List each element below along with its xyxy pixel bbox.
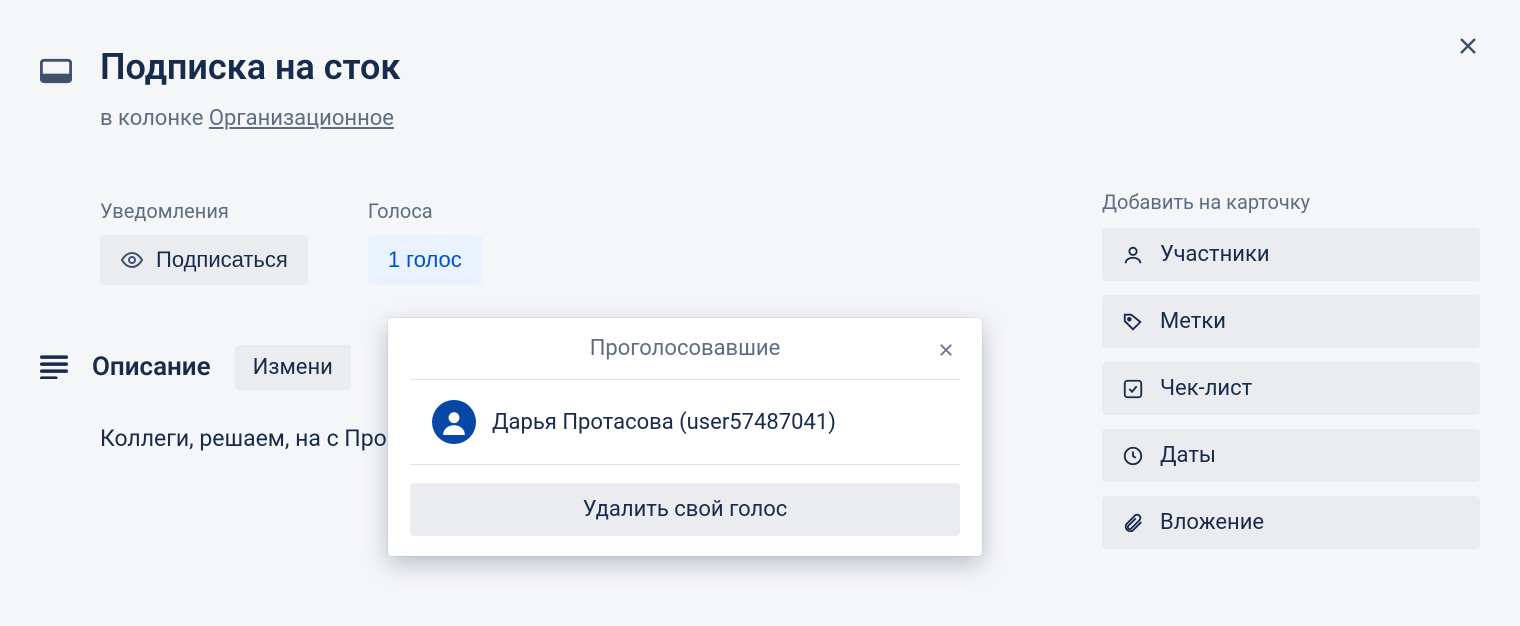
sidebar-title: Добавить на карточку bbox=[1102, 190, 1480, 214]
clock-icon bbox=[1122, 445, 1144, 467]
subscribe-button[interactable]: Подписаться bbox=[100, 235, 308, 285]
description-icon bbox=[40, 355, 68, 379]
card-title[interactable]: Подписка на сток bbox=[100, 48, 400, 88]
votes-section: Голоса 1 голос bbox=[368, 199, 482, 285]
tag-icon bbox=[1122, 311, 1144, 333]
votes-label: Голоса bbox=[368, 199, 482, 223]
popover-close-button[interactable] bbox=[932, 336, 960, 364]
add-labels-button[interactable]: Метки bbox=[1102, 295, 1480, 348]
card-column-line: в колонке Организационное bbox=[100, 106, 400, 131]
card-modal: Подписка на сток в колонке Организационн… bbox=[0, 0, 1520, 626]
close-button[interactable] bbox=[1450, 28, 1486, 64]
add-dates-button[interactable]: Даты bbox=[1102, 429, 1480, 482]
close-icon bbox=[937, 341, 955, 359]
column-link[interactable]: Организационное bbox=[209, 106, 394, 131]
remove-vote-button[interactable]: Удалить свой голос bbox=[410, 483, 960, 536]
user-icon bbox=[1122, 244, 1144, 266]
attachment-icon bbox=[1122, 512, 1144, 534]
vote-count-button[interactable]: 1 голос bbox=[368, 235, 482, 285]
user-icon bbox=[441, 409, 467, 435]
notifications-label: Уведомления bbox=[100, 199, 308, 223]
voter-name: Дарья Протасова (user57487041) bbox=[492, 410, 836, 435]
card-icon bbox=[40, 58, 72, 84]
description-heading: Описание bbox=[92, 352, 211, 382]
card-sidebar: Добавить на карточку Участники Метки Чек… bbox=[1102, 190, 1480, 563]
voters-popover: Проголосовавшие Дарья Протасова (user574… bbox=[388, 318, 982, 556]
edit-description-button[interactable]: Измени bbox=[235, 345, 351, 390]
close-icon bbox=[1456, 34, 1480, 58]
add-attachment-button[interactable]: Вложение bbox=[1102, 496, 1480, 549]
popover-title: Проголосовавшие bbox=[590, 336, 781, 361]
add-members-button[interactable]: Участники bbox=[1102, 228, 1480, 281]
eye-icon bbox=[120, 248, 144, 272]
avatar bbox=[432, 400, 476, 444]
notifications-section: Уведомления Подписаться bbox=[100, 199, 308, 285]
voter-row[interactable]: Дарья Протасова (user57487041) bbox=[410, 380, 960, 465]
add-checklist-button[interactable]: Чек-лист bbox=[1102, 362, 1480, 415]
checklist-icon bbox=[1122, 378, 1144, 400]
